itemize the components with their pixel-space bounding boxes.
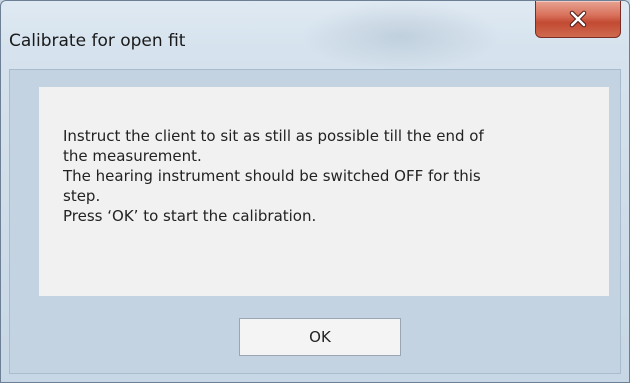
ok-button[interactable]: OK (239, 318, 401, 356)
title-bar[interactable]: Calibrate for open fit (1, 1, 629, 59)
message-line: The hearing instrument should be switche… (63, 167, 481, 185)
close-icon (568, 10, 588, 28)
message-line: Press ‘OK’ to start the calibration. (63, 207, 317, 225)
message-panel: Instruct the client to sit as still as p… (39, 87, 609, 296)
dialog-content-area: Instruct the client to sit as still as p… (9, 69, 621, 374)
message-line: the measurement. (63, 147, 202, 165)
instruction-message: Instruct the client to sit as still as p… (63, 126, 603, 226)
close-button[interactable] (535, 1, 621, 38)
window-title: Calibrate for open fit (9, 31, 186, 51)
dialog-window: Calibrate for open fit Instruct the clie… (0, 0, 630, 383)
message-line: step. (63, 187, 101, 205)
message-line: Instruct the client to sit as still as p… (63, 127, 484, 145)
